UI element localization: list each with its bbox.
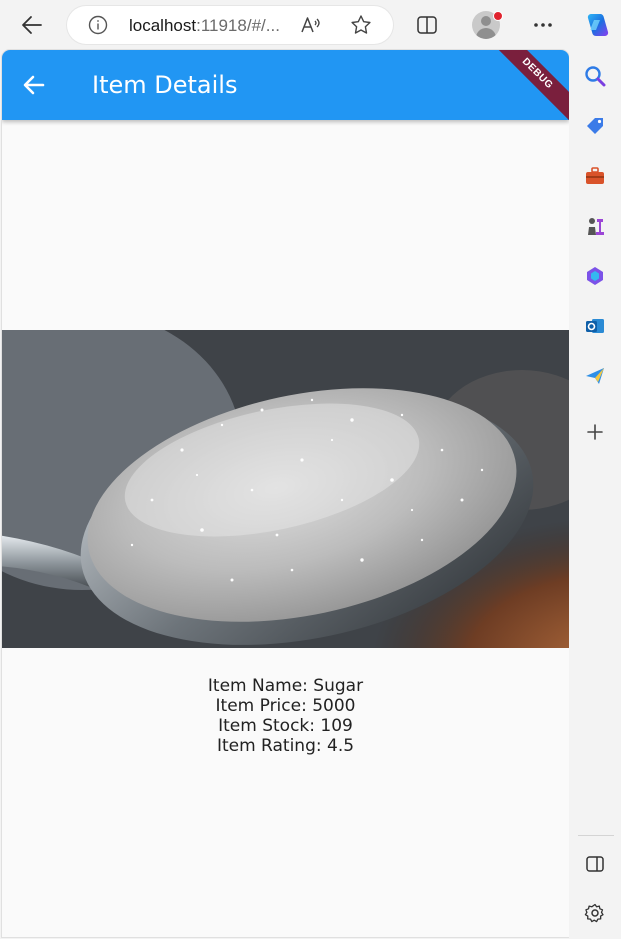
item-name: Item Name: Sugar: [207, 676, 364, 696]
notification-dot: [493, 11, 503, 21]
item-stock: Item Stock: 109: [218, 716, 353, 736]
address-bar[interactable]: localhost:11918/#/...: [67, 6, 393, 44]
sugar-spoon-image: [2, 330, 569, 648]
url-text[interactable]: localhost:11918/#/...: [129, 16, 280, 36]
outlook-icon[interactable]: [583, 314, 607, 338]
debug-banner: DEBUG: [480, 50, 569, 131]
page-viewport: Item Details DEBUG Item Name: Sugar Item…: [2, 50, 569, 937]
split-screen-button[interactable]: [410, 8, 444, 42]
search-icon[interactable]: [583, 64, 607, 88]
item-price: Item Price: 5000: [215, 696, 356, 716]
settings-icon[interactable]: [583, 901, 607, 925]
item-rating: Item Rating: 4.5: [216, 736, 355, 756]
copilot-button[interactable]: [580, 8, 614, 42]
url-host: localhost: [129, 16, 197, 35]
page-title: Item Details: [92, 71, 238, 99]
split-screen-icon: [417, 16, 437, 34]
copilot-icon: [587, 14, 609, 36]
item-details: Item Name: Sugar Item Price: 5000 Item S…: [2, 676, 569, 756]
add-icon[interactable]: [583, 420, 607, 444]
browser-sidebar: [569, 50, 621, 939]
toolbox-icon[interactable]: [583, 164, 607, 188]
more-icon: [534, 23, 552, 27]
sidebar-toggle-icon[interactable]: [583, 852, 607, 876]
back-button[interactable]: [18, 69, 50, 101]
tag-icon[interactable]: [583, 114, 607, 138]
chess-icon[interactable]: [583, 214, 607, 238]
item-image: [2, 330, 569, 648]
browser-back-button[interactable]: [15, 8, 49, 42]
url-path: :11918/#/...: [196, 16, 280, 35]
read-aloud-icon[interactable]: [300, 14, 322, 36]
browser-toolbar: localhost:11918/#/...: [0, 0, 621, 50]
arrow-left-icon: [22, 16, 42, 34]
info-icon[interactable]: [87, 14, 109, 36]
m365-icon[interactable]: [583, 264, 607, 288]
sidebar-divider: [578, 835, 614, 836]
more-button[interactable]: [526, 8, 560, 42]
arrow-left-icon: [23, 75, 45, 95]
send-icon[interactable]: [583, 364, 607, 388]
app-bar: Item Details DEBUG: [2, 50, 569, 131]
star-icon[interactable]: [350, 14, 372, 36]
